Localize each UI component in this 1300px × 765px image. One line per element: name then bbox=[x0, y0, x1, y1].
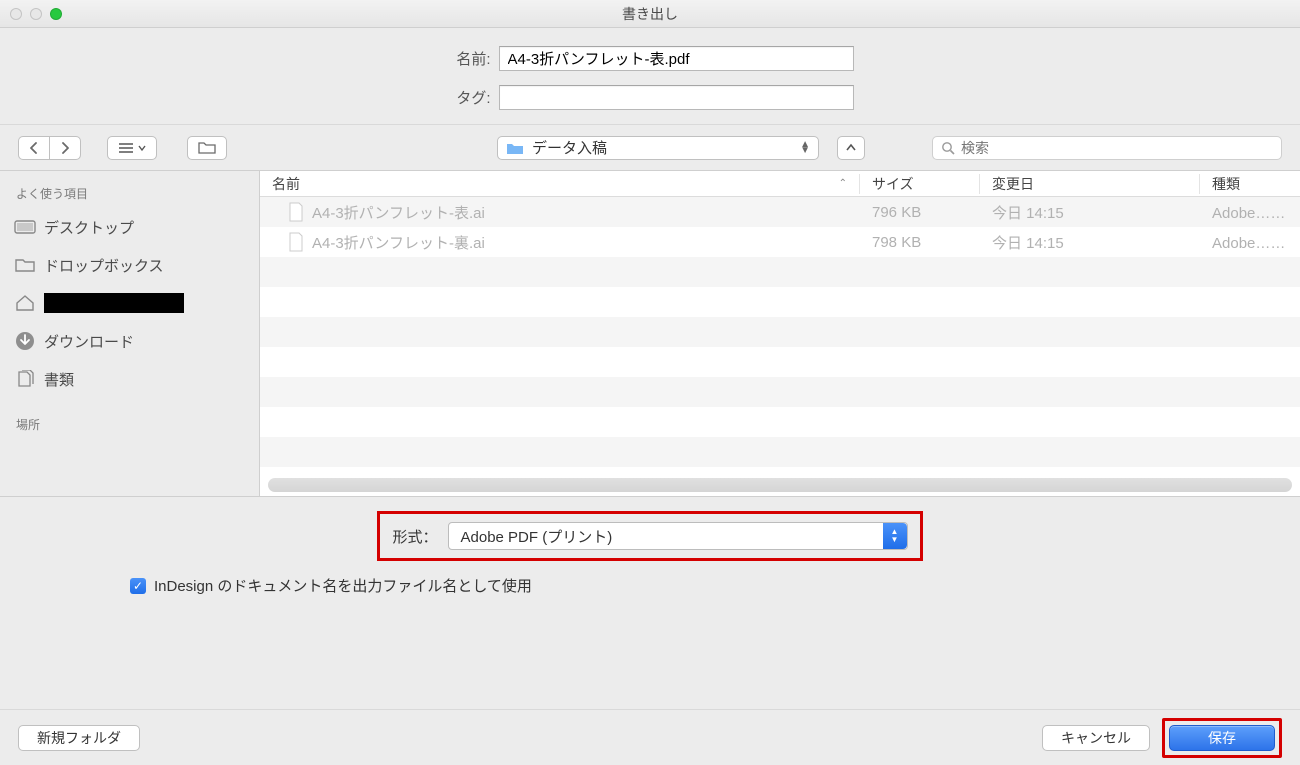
horizontal-scrollbar[interactable] bbox=[268, 478, 1292, 492]
sidebar-item-desktop[interactable]: デスクトップ bbox=[14, 208, 245, 246]
list-icon bbox=[118, 142, 134, 154]
sidebar-item-downloads[interactable]: ダウンロード bbox=[14, 322, 245, 360]
chevron-up-icon bbox=[846, 143, 856, 153]
nav-buttons bbox=[18, 136, 81, 160]
save-button[interactable]: 保存 bbox=[1169, 725, 1275, 751]
sidebar-item-documents[interactable]: 書類 bbox=[14, 360, 245, 398]
select-arrows-icon: ▲▼ bbox=[883, 523, 907, 549]
bottom-panel: 形式： Adobe PDF (プリント) ▲▼ ✓ InDesign のドキュメ… bbox=[0, 496, 1300, 596]
window-title: 書き出し bbox=[0, 4, 1300, 24]
file-row[interactable]: A4-3折パンフレット-表.ai 796 KB 今日 14:15 Adobe…a… bbox=[260, 197, 1300, 227]
tag-label: タグ: bbox=[447, 87, 491, 108]
folder-select[interactable]: データ入稿 ▲▼ bbox=[497, 136, 819, 160]
folder-outline-icon bbox=[198, 141, 216, 155]
tag-input[interactable] bbox=[499, 85, 854, 110]
select-arrows-icon: ▲▼ bbox=[800, 142, 810, 154]
back-button[interactable] bbox=[18, 136, 49, 160]
sidebar-item-label: デスクトップ bbox=[44, 217, 134, 238]
sidebar-item-label: 書類 bbox=[44, 369, 74, 390]
format-highlight: 形式： Adobe PDF (プリント) ▲▼ bbox=[377, 511, 922, 561]
file-icon bbox=[288, 202, 304, 222]
sidebar-favorites-heading: よく使う項目 bbox=[16, 185, 245, 202]
sidebar-item-label bbox=[44, 293, 184, 313]
new-folder-button[interactable]: 新規フォルダ bbox=[18, 725, 140, 751]
format-value: Adobe PDF (プリント) bbox=[461, 526, 613, 547]
file-area: 名前⌃ サイズ 変更日 種類 A4-3折パンフレット-表.ai 796 KB 今… bbox=[260, 171, 1300, 496]
sidebar-item-dropbox[interactable]: ドロップボックス bbox=[14, 246, 245, 284]
sidebar-item-label: ダウンロード bbox=[44, 331, 134, 352]
use-doc-name-checkbox-row: ✓ InDesign のドキュメント名を出力ファイル名として使用 bbox=[130, 575, 532, 596]
chevron-down-icon bbox=[138, 144, 146, 152]
desktop-icon bbox=[14, 218, 36, 236]
view-mode-button[interactable] bbox=[107, 136, 157, 160]
checkbox-label: InDesign のドキュメント名を出力ファイル名として使用 bbox=[154, 575, 532, 596]
search-input[interactable] bbox=[961, 140, 1273, 156]
header-name[interactable]: 名前⌃ bbox=[260, 174, 860, 194]
collapse-button[interactable] bbox=[837, 136, 865, 160]
sidebar-item-label: ドロップボックス bbox=[44, 255, 164, 276]
footer: 新規フォルダ キャンセル 保存 bbox=[0, 709, 1300, 765]
folder-name: データ入稿 bbox=[532, 137, 607, 158]
header-modified[interactable]: 変更日 bbox=[980, 174, 1200, 194]
sort-asc-icon: ⌃ bbox=[839, 178, 847, 189]
file-icon bbox=[288, 232, 304, 252]
box-icon bbox=[14, 256, 36, 274]
file-rows: A4-3折パンフレット-表.ai 796 KB 今日 14:15 Adobe…a… bbox=[260, 197, 1300, 478]
sidebar-locations-heading: 場所 bbox=[16, 416, 245, 433]
sidebar-item-home[interactable] bbox=[14, 284, 245, 322]
column-headers: 名前⌃ サイズ 変更日 種類 bbox=[260, 171, 1300, 197]
format-select[interactable]: Adobe PDF (プリント) ▲▼ bbox=[448, 522, 908, 550]
filename-input[interactable] bbox=[499, 46, 854, 71]
sidebar: よく使う項目 デスクトップ ドロップボックス ダウンロード 書類 場所 bbox=[0, 171, 260, 496]
file-row[interactable]: A4-3折パンフレット-裏.ai 798 KB 今日 14:15 Adobe…a… bbox=[260, 227, 1300, 257]
cancel-button[interactable]: キャンセル bbox=[1042, 725, 1150, 751]
main-area: よく使う項目 デスクトップ ドロップボックス ダウンロード 書類 場所 名前⌃ … bbox=[0, 171, 1300, 496]
header-size[interactable]: サイズ bbox=[860, 174, 980, 194]
forward-button[interactable] bbox=[49, 136, 81, 160]
grouping-button[interactable] bbox=[187, 136, 227, 160]
search-icon bbox=[941, 141, 955, 155]
toolbar: データ入稿 ▲▼ bbox=[0, 125, 1300, 171]
folder-icon bbox=[506, 141, 524, 155]
format-label: 形式： bbox=[392, 526, 437, 547]
titlebar: 書き出し bbox=[0, 0, 1300, 28]
save-highlight: 保存 bbox=[1162, 718, 1282, 758]
header-kind[interactable]: 種類 bbox=[1200, 174, 1300, 194]
search-box[interactable] bbox=[932, 136, 1282, 160]
name-tag-panel: 名前: タグ: bbox=[0, 28, 1300, 125]
checkbox[interactable]: ✓ bbox=[130, 578, 146, 594]
documents-icon bbox=[14, 370, 36, 388]
download-icon bbox=[14, 332, 36, 350]
name-label: 名前: bbox=[447, 48, 491, 69]
home-icon bbox=[14, 294, 36, 312]
